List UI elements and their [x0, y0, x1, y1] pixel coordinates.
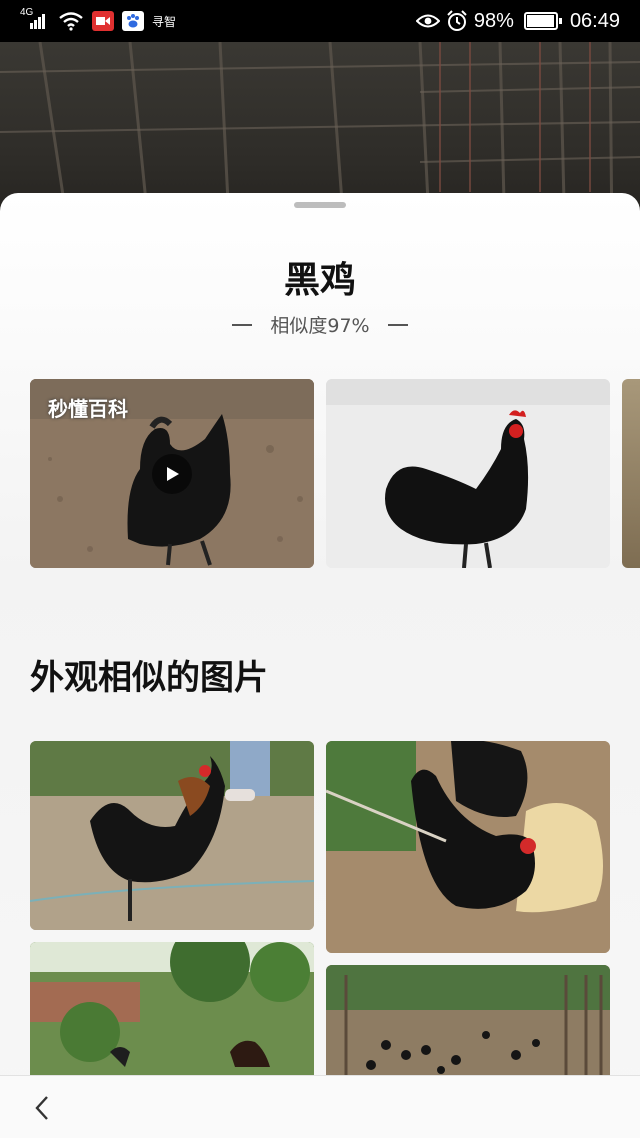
- similar-image[interactable]: [30, 741, 314, 930]
- baidu-app-icon: [122, 11, 144, 31]
- similarity-row: 相似度97%: [0, 311, 640, 338]
- network-type: 4G: [20, 7, 34, 18]
- watermark: 秒懂百科: [48, 397, 128, 421]
- result-image-carousel[interactable]: 秒懂百科: [30, 379, 640, 569]
- carousel-image-card[interactable]: [326, 379, 610, 568]
- carousel-video-card[interactable]: 秒懂百科: [30, 379, 314, 568]
- similar-images-title: 外观相似的图片: [30, 658, 268, 698]
- video-app-icon: [92, 11, 114, 31]
- eye-icon: [415, 14, 440, 28]
- clock: 06:49: [569, 9, 620, 32]
- status-right: 98% 06:49: [415, 8, 620, 34]
- chevron-left-icon: [35, 1096, 48, 1120]
- status-bar: 4G 寻智 98% 06:49: [0, 0, 640, 42]
- signal-icon: 4G: [20, 7, 50, 31]
- sheet-drag-handle[interactable]: [294, 202, 346, 208]
- status-left: 4G 寻智: [20, 7, 177, 34]
- play-icon: [167, 467, 179, 481]
- alarm-icon: [447, 10, 467, 31]
- similar-image[interactable]: [30, 942, 314, 1082]
- play-button[interactable]: [152, 454, 192, 494]
- carrier-glyph: 寻智: [152, 14, 177, 29]
- back-button[interactable]: [24, 1088, 60, 1128]
- result-sheet: 黑鸡 相似度97% 秒懂百科 外观相似的图片: [0, 193, 640, 1137]
- wifi-icon: [59, 12, 83, 31]
- divider-right: [387, 323, 408, 326]
- similarity-label: 相似度97%: [270, 315, 370, 337]
- similar-image[interactable]: [326, 965, 610, 1082]
- divider-left: [232, 323, 253, 326]
- bottom-bar: [0, 1075, 640, 1138]
- result-title: 黑鸡: [283, 260, 356, 301]
- carousel-image-card-partial[interactable]: [622, 379, 640, 568]
- battery-percent: 98%: [473, 9, 514, 32]
- similar-image[interactable]: [326, 741, 610, 953]
- battery-icon: [523, 12, 562, 30]
